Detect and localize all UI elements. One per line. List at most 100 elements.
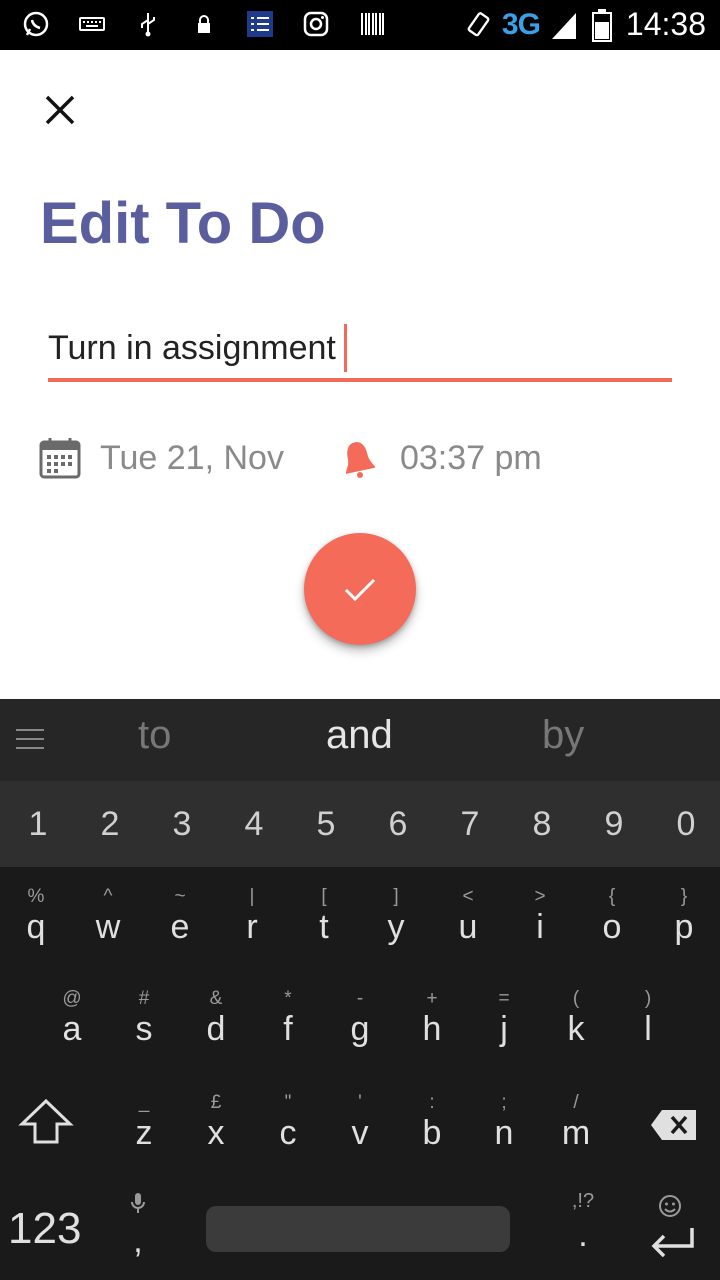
key-label: a — [62, 1010, 82, 1048]
check-icon — [344, 578, 376, 602]
key-a[interactable]: @ a — [36, 988, 108, 1080]
suggestion-3[interactable]: by — [542, 713, 584, 758]
key-d[interactable]: & d — [180, 988, 252, 1080]
due-date: Tue 21, Nov — [100, 438, 284, 477]
notification-icons — [22, 10, 386, 38]
key-hint: | — [249, 886, 255, 907]
key-i[interactable]: > i — [504, 886, 576, 978]
menu-icon[interactable] — [16, 725, 44, 753]
instagram-icon — [302, 10, 330, 38]
shift-key[interactable] — [18, 1098, 78, 1150]
save-button[interactable] — [304, 533, 416, 645]
key-hint: @ — [62, 988, 82, 1009]
date-picker[interactable]: Tue 21, Nov — [38, 436, 284, 480]
key-o[interactable]: {o — [576, 886, 648, 978]
key-label: w — [95, 908, 121, 946]
period-key[interactable]: ,!? . — [560, 1188, 606, 1268]
number-key[interactable]: 5 — [290, 781, 362, 867]
key-hint: & — [209, 988, 223, 1009]
system-icons: 3G 14:38 — [464, 6, 706, 43]
key-label: g — [350, 1010, 370, 1048]
key-label: p — [674, 908, 694, 946]
key-label: v — [351, 1114, 369, 1152]
status-bar: 3G 14:38 — [0, 0, 720, 50]
key-hint: { — [608, 886, 616, 907]
key-label: e — [170, 908, 190, 946]
todo-title-input[interactable]: Turn in assignment — [48, 318, 672, 382]
number-key[interactable]: 3 — [146, 781, 218, 867]
bell-icon — [345, 442, 376, 478]
number-key[interactable]: 2 — [74, 781, 146, 867]
usb-icon — [134, 10, 162, 38]
key-hint: _ — [138, 1092, 150, 1113]
key-t[interactable]: [t — [288, 886, 360, 978]
key-hint: > — [534, 886, 546, 907]
number-row: 1234567890 — [0, 781, 720, 867]
key-g[interactable]: -g — [324, 988, 396, 1080]
checklist-icon — [246, 10, 274, 38]
key-u[interactable]: < u — [432, 886, 504, 978]
key-label: o — [602, 908, 622, 946]
number-key[interactable]: 6 — [362, 781, 434, 867]
key-b[interactable]: :b — [396, 1092, 468, 1184]
battery-icon — [588, 8, 616, 42]
space-key[interactable] — [206, 1206, 510, 1252]
key-hint: : — [429, 1092, 435, 1113]
suggestion-1[interactable]: to — [138, 713, 171, 758]
key-m[interactable]: / m — [540, 1092, 612, 1184]
key-w[interactable]: ^ w — [72, 886, 144, 978]
key-l[interactable]: ) l — [612, 988, 684, 1080]
number-key[interactable]: 0 — [650, 781, 720, 867]
key-x[interactable]: £ x — [180, 1092, 252, 1184]
close-icon — [45, 95, 75, 125]
key-hint: ' — [358, 1092, 362, 1113]
period-hint: ,!? — [571, 1190, 595, 1212]
key-hint: ( — [572, 988, 580, 1009]
number-key[interactable]: 8 — [506, 781, 578, 867]
number-key[interactable]: 7 — [434, 781, 506, 867]
key-hint: < — [462, 886, 474, 907]
key-hint: [ — [321, 886, 327, 907]
key-q[interactable]: % q — [0, 886, 72, 978]
backspace-key[interactable] — [650, 1108, 698, 1142]
key-c[interactable]: " c — [252, 1092, 324, 1184]
key-r[interactable]: | r — [216, 886, 288, 978]
number-key[interactable]: 4 — [218, 781, 290, 867]
key-hint: ; — [501, 1092, 507, 1113]
close-button[interactable] — [36, 86, 84, 134]
comma-label: , — [133, 1222, 143, 1260]
key-k[interactable]: (k — [540, 988, 612, 1080]
clock: 14:38 — [625, 6, 706, 42]
key-e[interactable]: ~ e — [144, 886, 216, 978]
number-toggle-key[interactable]: 123 — [8, 1204, 81, 1254]
suggestion-bar: to and by — [0, 699, 720, 781]
key-hint: # — [138, 988, 150, 1009]
suggestion-2[interactable]: and — [326, 713, 393, 758]
key-hint: ^ — [103, 886, 113, 907]
key-hint: - — [356, 988, 364, 1009]
enter-key[interactable] — [640, 1190, 704, 1270]
key-j[interactable]: = j — [468, 988, 540, 1080]
text-cursor — [343, 324, 347, 372]
key-hint: £ — [210, 1092, 222, 1113]
key-n[interactable]: ; n — [468, 1092, 540, 1184]
key-hint: + — [426, 988, 438, 1009]
number-key[interactable]: 9 — [578, 781, 650, 867]
key-f[interactable]: * f — [252, 988, 324, 1080]
key-p[interactable]: } p — [648, 886, 720, 978]
key-h[interactable]: + h — [396, 988, 468, 1080]
key-y[interactable]: ] y — [360, 886, 432, 978]
key-label: j — [500, 1010, 508, 1048]
number-key[interactable]: 1 — [2, 781, 74, 867]
key-hint: % — [27, 886, 45, 907]
date-time-row: Tue 21, Nov 03:37 pm — [38, 430, 542, 486]
key-z[interactable]: _ z — [108, 1092, 180, 1184]
key-label: n — [494, 1114, 514, 1152]
time-picker[interactable]: 03:37 pm — [340, 438, 542, 478]
network-type: 3G — [501, 7, 541, 41]
key-s[interactable]: # s — [108, 988, 180, 1080]
comma-key[interactable]: , — [118, 1188, 158, 1268]
key-v[interactable]: ' v — [324, 1092, 396, 1184]
signal-icon — [550, 11, 578, 39]
key-label: r — [246, 908, 258, 946]
